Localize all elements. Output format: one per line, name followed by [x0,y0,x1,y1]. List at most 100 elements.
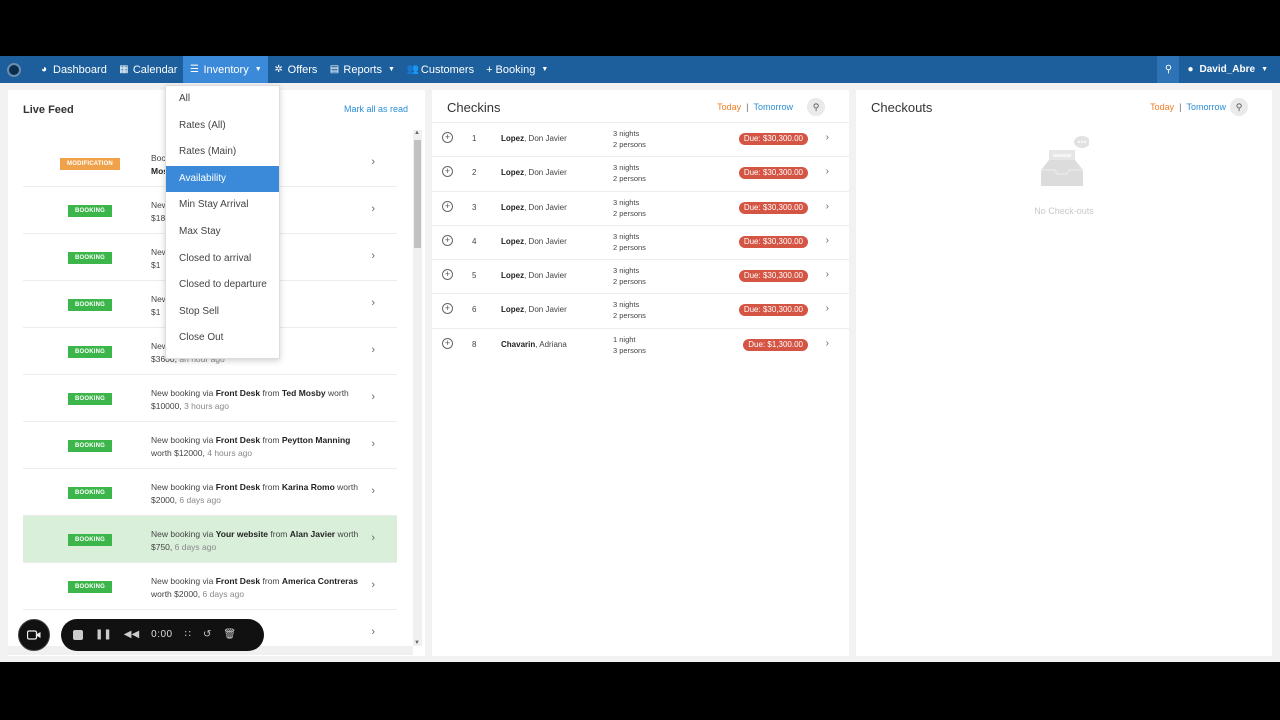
chevron-right-icon[interactable]: › [826,132,829,143]
nav-item-label: + Booking [486,63,536,76]
trash-icon[interactable]: 🗑 [223,629,236,640]
nav-item-offers[interactable]: ✲ Offers [268,56,324,83]
persons-count: 2 persons [613,208,646,218]
chevron-right-icon[interactable]: › [371,250,375,262]
pause-icon[interactable]: ❚❚ [95,629,112,640]
nav-item-inventory[interactable]: ☰ Inventory ▼ [183,56,268,83]
nav-item-calendar[interactable]: ▦ Calendar [113,56,184,83]
expand-plus-icon[interactable]: + [442,200,453,212]
expand-plus-icon[interactable]: + [442,166,453,178]
checkouts-today-link[interactable]: Today [1150,102,1174,112]
inventory-dropdown: All Rates (All) Rates (Main) Availability Mi… [165,85,280,359]
grid-icon[interactable]: ∷ [185,629,191,640]
guest-name: Lopez, Don Javier [501,134,567,143]
chevron-right-icon[interactable]: › [826,201,829,212]
modification-badge: MODIFICATION [60,158,120,170]
checkins-search-icon[interactable]: ⚲ [807,98,825,116]
booking-badge: BOOKING [68,534,112,546]
text-mid: from [260,576,282,586]
menu-item-all[interactable]: All [166,86,279,113]
checkouts-tomorrow-link[interactable]: Tomorrow [1186,102,1226,112]
chevron-right-icon[interactable]: › [371,579,375,591]
dashboard-icon: ◕ [40,63,48,75]
guest-last-name: Lopez [501,134,525,143]
menu-item-rates-main[interactable]: Rates (Main) [166,139,279,166]
feed-scrollbar[interactable]: ▲ ▼ [413,130,422,646]
user-menu[interactable]: ● David_Abre ▼ [1185,64,1280,75]
expand-plus-icon[interactable]: + [442,132,453,143]
expand-plus-icon[interactable]: + [442,337,453,349]
source-name: Front Desk [215,576,261,586]
checkin-row[interactable]: +3 Lopez, Don Javier 3 nights 2 persons Due:… [432,190,849,225]
guest-name: America Contreras [281,576,358,586]
nav-item-booking[interactable]: + Booking ▼ [480,56,554,83]
checkin-number: 6 [472,305,477,315]
chevron-right-icon[interactable]: › [371,532,375,544]
checkouts-day-switch: Today | Tomorrow [1150,102,1226,112]
feed-item[interactable]: BOOKING New booking via Front Desk from T… [23,375,397,422]
expand-plus-icon[interactable]: + [442,269,453,281]
checkin-row[interactable]: +8 Chavarin, Adriana 1 night 3 persons Due: … [432,327,849,362]
due-badge: Due: $30,300.00 [738,167,808,180]
checkouts-search-icon[interactable]: ⚲ [1230,98,1248,116]
checkins-today-link[interactable]: Today [717,102,741,112]
menu-item-max-stay[interactable]: Max Stay [166,219,279,246]
chevron-right-icon[interactable]: › [371,156,375,168]
scroll-down-icon[interactable]: ▼ [414,640,420,646]
nights-count: 3 nights [613,163,640,173]
rewind-icon[interactable]: ◀◀ [124,629,139,640]
checkin-row[interactable]: +4 Lopez, Don Javier 3 nights 2 persons Due:… [432,224,849,259]
chevron-right-icon[interactable]: › [371,485,375,497]
menu-item-stop-sell[interactable]: Stop Sell [166,299,279,326]
checkin-row[interactable]: +6 Lopez, Don Javier 3 nights 2 persons Due:… [432,293,849,327]
menu-item-closed-to-arrival[interactable]: Closed to arrival [166,246,279,273]
checkin-row[interactable]: +2 Lopez, Don Javier 3 nights 2 persons Due:… [432,156,849,190]
chevron-right-icon[interactable]: › [826,269,829,280]
menu-item-closed-to-departure[interactable]: Closed to departure [166,272,279,299]
chevron-right-icon[interactable]: › [371,203,375,215]
checkin-row[interactable]: +5 Lopez, Don Javier 3 nights 2 persons Due:… [432,259,849,293]
guest-first-name: , Don Javier [524,236,567,246]
menu-item-min-stay-arrival[interactable]: Min Stay Arrival [166,192,279,219]
nav-item-dashboard[interactable]: ◕ Dashboard [33,56,113,83]
persons-count: 2 persons [613,140,646,149]
text-pre: New booking via [151,529,216,539]
chevron-right-icon[interactable]: › [826,166,829,177]
scroll-thumb[interactable] [414,140,421,248]
chevron-right-icon[interactable]: › [826,303,829,314]
chevron-right-icon[interactable]: › [826,235,829,246]
chevron-right-icon[interactable]: › [371,626,375,638]
chevron-right-icon[interactable]: › [371,344,375,356]
menu-item-rates-all[interactable]: Rates (All) [166,113,279,140]
chevron-right-icon[interactable]: › [371,391,375,403]
camera-button[interactable] [18,618,50,651]
booking-badge: BOOKING [68,205,112,217]
expand-plus-icon[interactable]: + [442,303,453,315]
stay-info: 3 nights 2 persons [613,128,646,150]
feed-item[interactable]: BOOKING New booking via Front Desk from A… [23,563,397,610]
app-logo-icon[interactable] [7,62,21,77]
checkins-tomorrow-link[interactable]: Tomorrow [753,102,793,112]
nav-item-customers[interactable]: 👥 Customers [401,56,480,83]
search-icon[interactable]: ⚲ [1157,56,1180,83]
chevron-right-icon[interactable]: › [371,297,375,309]
chevron-right-icon[interactable]: › [371,438,375,450]
amount-text: $1 [151,306,161,317]
checkin-number: 2 [472,168,477,178]
checkin-row[interactable]: +1 Lopez, Don Javier 3 nights 2 persons Due:… [432,122,849,156]
feed-item[interactable]: BOOKING New booking via Your website from… [23,516,397,563]
mark-all-read-link[interactable]: Mark all as read [344,104,408,114]
expand-plus-icon[interactable]: + [442,234,453,246]
users-icon: 👥 [406,63,420,75]
stop-button[interactable] [73,629,83,640]
restart-icon[interactable]: ↺ [203,629,211,640]
feed-item[interactable]: BOOKING New booking via Front Desk from P… [23,422,397,469]
chevron-right-icon[interactable]: › [826,338,829,349]
scroll-up-icon[interactable]: ▲ [414,130,420,136]
day-separator: | [746,102,749,112]
menu-item-close-out[interactable]: Close Out [166,325,279,352]
feed-item[interactable]: BOOKING New booking via Front Desk from K… [23,469,397,516]
amount-text: $18 [151,212,166,223]
nav-item-reports[interactable]: ▤ Reports ▼ [323,56,400,83]
menu-item-availability[interactable]: Availability [166,165,279,193]
